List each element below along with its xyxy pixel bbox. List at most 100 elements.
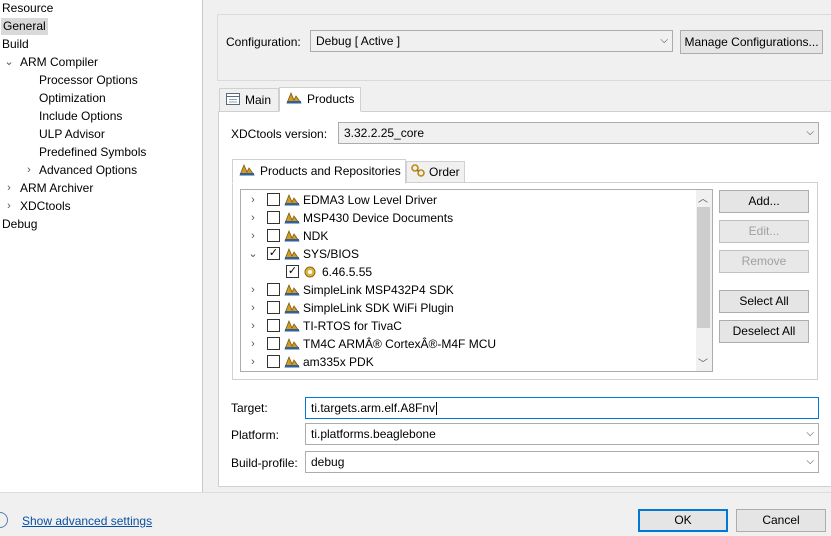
chevron-down-icon: ⌵ — [660, 35, 668, 46]
add-repository-button[interactable]: Add... — [719, 190, 809, 213]
product-label: 6.46.5.55 — [322, 265, 373, 279]
product-row[interactable]: › am335x PDK — [241, 353, 696, 371]
target-label: Target: — [231, 401, 268, 415]
chevron-right-icon[interactable]: › — [248, 281, 258, 299]
product-row[interactable]: › EDMA3 Low Level Driver — [241, 191, 696, 209]
chevron-right-icon[interactable]: › — [248, 317, 258, 335]
tree-item[interactable]: Processor Options — [0, 72, 200, 90]
chevron-down-icon: ⌵ — [806, 127, 814, 138]
select-all-button[interactable]: Select All — [719, 290, 809, 313]
build-profile-combo[interactable]: debug ⌵ — [305, 451, 819, 473]
tree-item[interactable]: › ARM Archiver — [0, 180, 200, 198]
chevron-down-icon[interactable]: ⌄ — [4, 54, 14, 72]
product-label: am335x PDK — [303, 355, 374, 369]
product-checkbox[interactable] — [267, 193, 280, 206]
tree-item[interactable]: Optimization — [0, 90, 200, 108]
product-checkbox[interactable] — [267, 283, 280, 296]
scrollbar-thumb[interactable] — [697, 207, 710, 328]
tab-products-label: Products — [307, 92, 355, 106]
products-icon — [284, 247, 300, 261]
tab-products-and-repositories[interactable]: Products and Repositories — [232, 159, 406, 184]
tree-item[interactable]: Predefined Symbols — [0, 144, 200, 162]
scroll-up-icon[interactable]: ︿ — [698, 190, 708, 205]
platform-label: Platform: — [231, 428, 280, 442]
chevron-down-icon[interactable]: ⌄ — [248, 245, 258, 263]
show-advanced-settings-link[interactable]: Show advanced settings — [22, 514, 152, 528]
tab-main[interactable]: Main — [219, 88, 279, 112]
text-cursor — [436, 402, 438, 416]
product-row[interactable]: › TM4C ARMÂ® CortexÂ®-M4F MCU — [241, 335, 696, 353]
chevron-right-icon[interactable]: › — [248, 191, 258, 209]
deselect-all-button[interactable]: Deselect All — [719, 320, 809, 343]
chevron-right-icon[interactable]: › — [4, 180, 14, 198]
product-checkbox[interactable]: ✓ — [267, 247, 280, 260]
products-icon — [284, 229, 300, 243]
tree-item[interactable]: Build — [0, 36, 200, 54]
preferences-tree: Resource General Build ⌄ ARM Compiler Process… — [0, 0, 203, 492]
tree-item[interactable]: Debug — [0, 216, 200, 234]
manage-configurations-button[interactable]: Manage Configurations... — [680, 30, 823, 54]
product-checkbox[interactable]: ✓ — [286, 265, 299, 278]
chevron-down-icon[interactable]: ⌵ — [806, 452, 814, 472]
tree-item-label: ARM Archiver — [20, 181, 94, 195]
remove-repository-button[interactable]: Remove — [719, 250, 809, 273]
tree-item-label: Predefined Symbols — [39, 145, 147, 159]
chevron-right-icon[interactable]: › — [248, 353, 258, 371]
chevron-right-icon[interactable]: › — [248, 227, 258, 245]
tab-main-label: Main — [245, 93, 272, 107]
chevron-right-icon[interactable]: › — [248, 209, 258, 227]
cancel-button[interactable]: Cancel — [736, 509, 826, 532]
chevron-right-icon[interactable]: › — [248, 299, 258, 317]
product-label: MSP430 Device Documents — [303, 211, 454, 225]
product-checkbox[interactable] — [267, 355, 280, 368]
product-label: SimpleLink SDK WiFi Plugin — [303, 301, 454, 315]
product-row[interactable]: › NDK — [241, 227, 696, 245]
tab-order-label: Order — [429, 165, 460, 179]
chevron-right-icon[interactable]: › — [24, 162, 34, 180]
chevron-down-icon[interactable]: ⌵ — [806, 424, 814, 444]
products-icon — [239, 161, 255, 183]
tree-item[interactable]: › Advanced Options — [0, 162, 200, 180]
product-label: TI-RTOS for TivaC — [303, 319, 402, 333]
tree-item-label: Debug — [2, 217, 38, 231]
product-checkbox[interactable] — [267, 337, 280, 350]
platform-value: ti.platforms.beaglebone — [311, 427, 436, 441]
product-row[interactable]: ⌄ ✓ SYS/BIOS — [241, 245, 696, 263]
products-list[interactable]: › EDMA3 Low Level Driver › MSP430 Device Do… — [240, 189, 713, 372]
chevron-right-icon[interactable]: › — [248, 335, 258, 353]
products-icon — [284, 337, 300, 351]
tree-item[interactable]: ULP Advisor — [0, 126, 200, 144]
products-icon — [286, 89, 302, 111]
xdctools-version-dropdown[interactable]: 3.32.2.25_core ⌵ — [338, 122, 819, 144]
xdctools-version-value: 3.32.2.25_core — [344, 126, 425, 140]
product-row[interactable]: › TI-RTOS for TivaC — [241, 317, 696, 335]
tree-item-label: ULP Advisor — [39, 127, 105, 141]
product-checkbox[interactable] — [267, 301, 280, 314]
product-row[interactable]: › SimpleLink SDK WiFi Plugin — [241, 299, 696, 317]
target-field[interactable]: ti.targets.arm.elf.A8Fnv — [305, 397, 819, 419]
product-row[interactable]: › MSP430 Device Documents — [241, 209, 696, 227]
product-checkbox[interactable] — [267, 211, 280, 224]
tree-item-label: Optimization — [39, 91, 106, 105]
help-icon[interactable] — [0, 512, 8, 528]
tree-item[interactable]: › XDCtools — [0, 198, 200, 216]
configuration-dropdown[interactable]: Debug [ Active ] ⌵ — [310, 30, 673, 52]
tree-item[interactable]: Resource — [0, 0, 200, 18]
product-row[interactable]: ✓ 6.46.5.55 — [241, 263, 696, 281]
build-profile-value: debug — [311, 455, 345, 469]
edit-repository-button[interactable]: Edit... — [719, 220, 809, 243]
tab-order[interactable]: Order — [406, 161, 465, 183]
platform-combo[interactable]: ti.platforms.beaglebone ⌵ — [305, 423, 819, 445]
product-row[interactable]: › SimpleLink MSP432P4 SDK — [241, 281, 696, 299]
scroll-down-icon[interactable]: ﹀ — [698, 355, 708, 370]
tab-products[interactable]: Products — [279, 87, 361, 112]
product-checkbox[interactable] — [267, 229, 280, 242]
tree-item[interactable]: Include Options — [0, 108, 200, 126]
ok-button[interactable]: OK — [638, 509, 728, 532]
chevron-right-icon[interactable]: › — [4, 198, 14, 216]
tree-item-label: Processor Options — [39, 73, 138, 87]
product-checkbox[interactable] — [267, 319, 280, 332]
tree-item[interactable]: General — [0, 18, 200, 36]
tree-item[interactable]: ⌄ ARM Compiler — [0, 54, 200, 72]
products-icon — [284, 301, 300, 315]
